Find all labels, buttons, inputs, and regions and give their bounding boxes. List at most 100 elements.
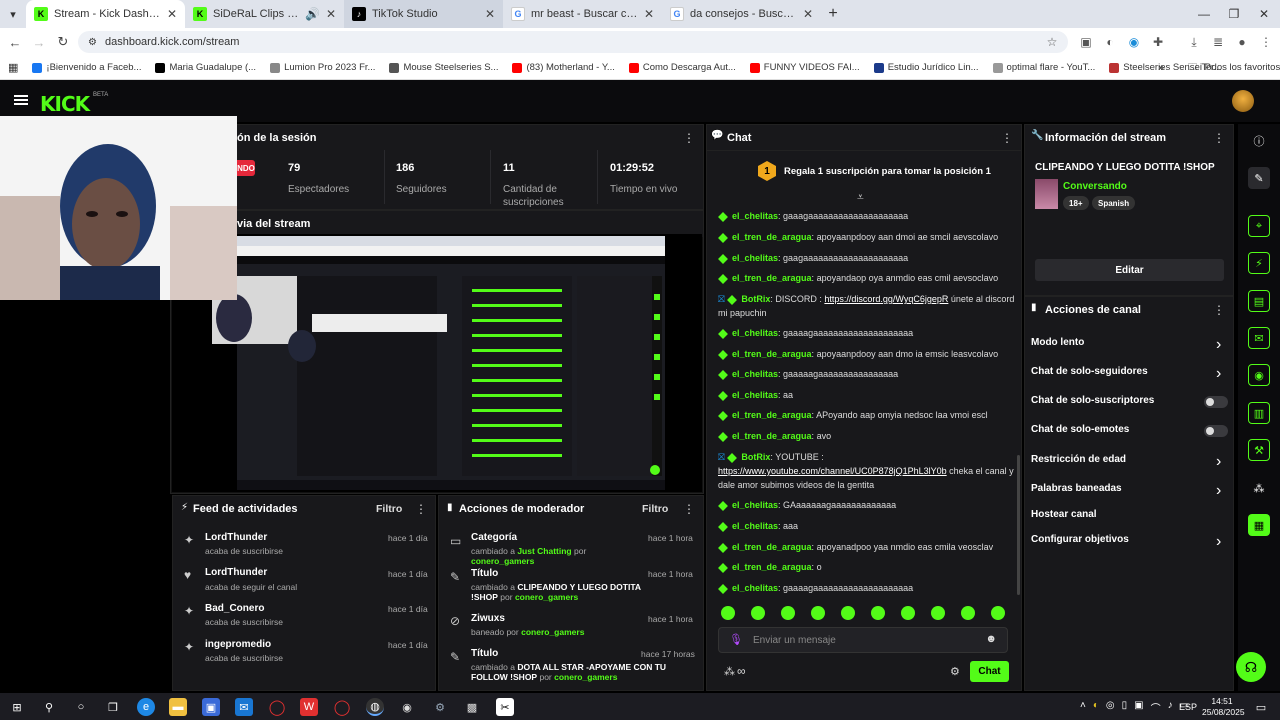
tab-close-icon[interactable]: ✕	[485, 7, 495, 21]
chat-icon[interactable]: ✉	[1248, 327, 1270, 349]
channel-action-item[interactable]: Chat de solo-emotes	[1031, 424, 1129, 435]
bookmark-item[interactable]: ¡Bienvenido a Faceb...	[32, 62, 141, 73]
tab-google-mrbeast[interactable]: G mr beast - Buscar con Google ✕	[503, 0, 662, 28]
feed-user[interactable]: LordThunder	[205, 567, 267, 578]
extension-icon[interactable]: ▣	[1078, 34, 1094, 50]
toggle-switch[interactable]	[1204, 396, 1228, 408]
emote-icon[interactable]	[841, 606, 855, 620]
keyboard-language[interactable]: ESP	[1179, 702, 1197, 712]
opera-gx-icon[interactable]: ◯	[333, 698, 351, 716]
chat-username[interactable]: el_tren_de_aragua	[732, 349, 812, 359]
bookmark-item[interactable]: optimal flare - YouT...	[992, 62, 1095, 73]
tab-close-icon[interactable]: ✕	[803, 7, 813, 21]
all-bookmarks[interactable]: 🗀 Todos los favoritos	[1188, 60, 1280, 76]
hamburger-menu-icon[interactable]	[14, 95, 28, 105]
edit-stream-button[interactable]: Editar	[1035, 259, 1224, 281]
bookmark-star-icon[interactable]: ☆	[1044, 34, 1060, 50]
chevron-right-icon[interactable]: ›	[1216, 482, 1221, 500]
emote-icon[interactable]	[721, 606, 735, 620]
chat-username[interactable]: el_tren_de_aragua	[732, 562, 812, 572]
store-icon[interactable]: ▣	[202, 698, 220, 716]
feed-user[interactable]: Bad_Conero	[205, 603, 264, 614]
chat-username[interactable]: el_chelitas	[732, 521, 778, 531]
chat-username[interactable]: BotRix	[741, 294, 770, 304]
more-options-icon[interactable]: ⋮	[415, 502, 427, 516]
chevron-right-icon[interactable]: ›	[1216, 336, 1221, 354]
task-view-icon[interactable]: ❐	[104, 698, 122, 716]
chat-input[interactable]: 🎙 Enviar un mensaje ☻	[718, 627, 1008, 653]
chat-link[interactable]: https://www.youtube.com/channel/UC0P878j…	[718, 466, 947, 476]
forward-arrow-icon[interactable]: →	[27, 30, 51, 54]
site-info-icon[interactable]: ⚙	[88, 37, 97, 48]
tab-audio-icon[interactable]: 🔊	[305, 7, 320, 21]
feed-user[interactable]: ingepromedio	[205, 639, 271, 650]
system-tray[interactable]: ˄ ◐ ◎ ▯ ▣ ⌒ ♪ ▭	[1080, 700, 1189, 715]
bookmark-item[interactable]: Mouse Steelseries S...	[389, 62, 498, 73]
tab-kick-dashboard[interactable]: K Stream - Kick Dashboard ✕	[26, 0, 185, 28]
chat-send-button[interactable]: Chat	[970, 661, 1009, 682]
chat-username[interactable]: el_tren_de_aragua	[732, 542, 812, 552]
scroll-down-icon[interactable]: ⩡	[857, 190, 864, 205]
notifications-icon[interactable]: ▭	[1252, 698, 1270, 716]
channel-action-item[interactable]: Modo lento	[1031, 337, 1084, 348]
chat-username[interactable]: el_chelitas	[732, 328, 778, 338]
mail-icon[interactable]: ✉	[235, 698, 253, 716]
extension-icon[interactable]: ◐	[1102, 34, 1118, 50]
bookmark-item[interactable]: Lumion Pro 2023 Fr...	[270, 62, 375, 73]
chat-username[interactable]: BotRix	[741, 452, 770, 462]
channel-action-item[interactable]: Restricción de edad	[1031, 454, 1126, 465]
chrome-icon[interactable]: ◍	[366, 698, 384, 716]
chat-username[interactable]: el_chelitas	[732, 369, 778, 379]
bookmark-item[interactable]: (83) Motherland - Y...	[512, 62, 615, 73]
stream-category[interactable]: Conversando	[1063, 181, 1127, 192]
layout-icon[interactable]: ▥	[1248, 402, 1270, 424]
clock[interactable]: 14:51 25/08/2025	[1202, 696, 1245, 718]
mod-filter-button[interactable]: Filtro	[642, 503, 668, 515]
bolt-icon[interactable]: ⚡	[1248, 252, 1270, 274]
download-icon[interactable]: ⤓	[1186, 34, 1202, 50]
new-tab-plus-icon[interactable]: +	[821, 5, 845, 23]
emote-icon[interactable]	[871, 606, 885, 620]
chat-scrollbar[interactable]	[1017, 455, 1020, 595]
emote-icon[interactable]	[811, 606, 825, 620]
chevron-right-icon[interactable]: ›	[1216, 533, 1221, 551]
browser-menu-icon[interactable]: ⋮	[1258, 34, 1274, 50]
back-arrow-icon[interactable]: ←	[3, 30, 27, 54]
chevron-right-icon[interactable]: ›	[1216, 453, 1221, 471]
activity-filter-button[interactable]: Filtro	[376, 503, 402, 515]
opera-icon[interactable]: ◯	[268, 698, 286, 716]
apps-grid-icon[interactable]: ▦	[8, 61, 18, 74]
more-options-icon[interactable]: ⋮	[1213, 303, 1225, 317]
stream-preview-video[interactable]	[172, 234, 702, 492]
bookmark-item[interactable]: Maria Guadalupe (...	[155, 62, 256, 73]
kick-logo[interactable]: KICK	[40, 92, 90, 116]
tab-sideral-clips[interactable]: K SiDeRaL Clips - Watch Live 🔊 ✕	[185, 0, 344, 28]
chat-username[interactable]: el_tren_de_aragua	[732, 410, 812, 420]
clipboard-icon[interactable]: ▤	[1248, 290, 1270, 312]
more-options-icon[interactable]: ⋮	[1213, 131, 1225, 145]
tab-close-icon[interactable]: ✕	[644, 7, 654, 21]
chat-username[interactable]: el_tren_de_aragua	[732, 273, 812, 283]
reload-icon[interactable]: ↻	[51, 30, 75, 54]
chat-link[interactable]: https://discord.gg/WyqC6jgepR	[824, 294, 948, 304]
tab-search-chevron-icon[interactable]: ▾	[0, 0, 26, 28]
emote-icon[interactable]	[991, 606, 1005, 620]
tab-tiktok-studio[interactable]: ♪ TikTok Studio ✕	[344, 0, 503, 28]
bookmarks-overflow-icon[interactable]: »	[1158, 62, 1164, 74]
windows-start-icon[interactable]: ⊞	[8, 698, 26, 716]
bookmark-item[interactable]: Como Descarga Aut...	[628, 62, 736, 73]
url-field[interactable]: ⚙ dashboard.kick.com/stream	[78, 31, 1068, 53]
emote-icon[interactable]	[901, 606, 915, 620]
emoji-picker-icon[interactable]: ☻	[985, 633, 997, 645]
emote-icon[interactable]	[751, 606, 765, 620]
chevron-right-icon[interactable]: ›	[1216, 365, 1221, 383]
cortana-icon[interactable]: ○	[72, 698, 90, 716]
chat-username[interactable]: el_chelitas	[732, 253, 778, 263]
more-options-icon[interactable]: ⋮	[683, 502, 695, 516]
support-headset-icon[interactable]: ☊	[1236, 652, 1266, 682]
tool-icon[interactable]: ⚒	[1248, 439, 1270, 461]
tab-close-icon[interactable]: ✕	[167, 7, 177, 21]
chat-username[interactable]: el_chelitas	[732, 583, 778, 593]
window-close-icon[interactable]: ✕	[1248, 0, 1280, 28]
more-options-icon[interactable]: ⋮	[1001, 131, 1013, 145]
